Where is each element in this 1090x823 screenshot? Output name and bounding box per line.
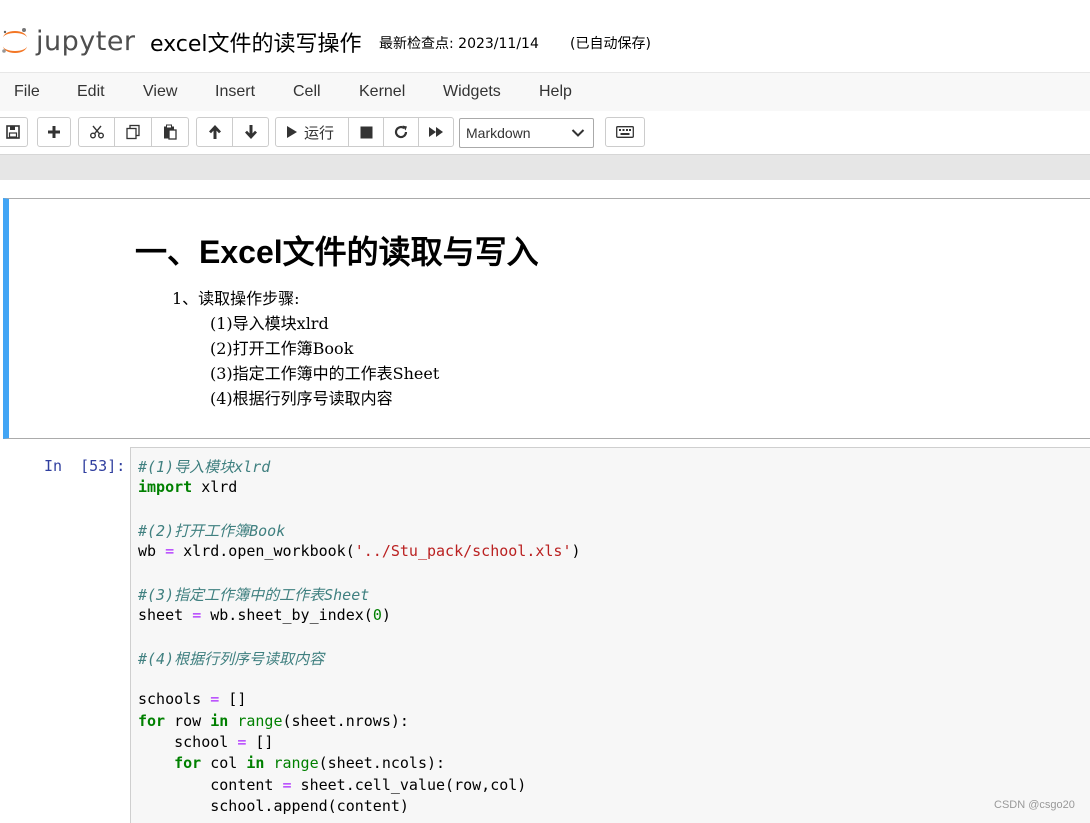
run-button-label: 运行 bbox=[304, 123, 335, 142]
cut-button[interactable] bbox=[78, 117, 115, 147]
watermark: CSDN @csgo20 bbox=[994, 799, 1075, 811]
input-prompt: In [53]: bbox=[44, 457, 126, 475]
code-line: for col in range(sheet.ncols): bbox=[174, 754, 446, 772]
jupyter-logo-text: jupyter bbox=[36, 25, 136, 57]
move-down-button[interactable] bbox=[232, 117, 269, 147]
markdown-line: (1)导入模块xlrd bbox=[210, 314, 329, 333]
code-line: school = [] bbox=[138, 733, 274, 751]
insert-cell-button[interactable] bbox=[37, 117, 71, 147]
interrupt-button[interactable] bbox=[348, 117, 384, 147]
code-line: for row in range(sheet.nrows): bbox=[138, 712, 409, 730]
stop-icon bbox=[360, 126, 372, 138]
menu-file[interactable]: File bbox=[14, 83, 40, 101]
run-button[interactable]: 运行 bbox=[275, 117, 349, 147]
command-palette-button[interactable] bbox=[605, 117, 645, 147]
save-button[interactable] bbox=[0, 117, 28, 147]
menu-help[interactable]: Help bbox=[539, 83, 572, 101]
restart-icon bbox=[394, 125, 408, 139]
copy-icon bbox=[126, 124, 140, 140]
arrow-down-icon bbox=[244, 125, 257, 139]
cell-type-select[interactable]: Markdown bbox=[459, 118, 594, 148]
code-line: schools = [] bbox=[138, 690, 247, 708]
checkpoint-status: 最新检查点: 2023/11/14 bbox=[379, 36, 539, 52]
markdown-line: (3)指定工作簿中的工作表Sheet bbox=[210, 364, 440, 383]
menu-kernel[interactable]: Kernel bbox=[359, 83, 405, 101]
code-line: #(4)根据行列序号读取内容 bbox=[138, 650, 325, 668]
code-line: school.append(content) bbox=[138, 797, 409, 815]
notebook-title[interactable]: excel文件的读写操作 bbox=[150, 26, 362, 58]
jupyter-logo[interactable]: jupyter bbox=[0, 22, 136, 60]
menu-edit[interactable]: Edit bbox=[77, 83, 105, 101]
menu-insert[interactable]: Insert bbox=[215, 83, 255, 101]
notebook-header-band bbox=[0, 154, 1090, 180]
keyboard-icon bbox=[616, 126, 634, 138]
menu-cell[interactable]: Cell bbox=[293, 83, 321, 101]
menubar: File Edit View Insert Cell Kernel Widget… bbox=[0, 72, 1090, 112]
markdown-line: (4)根据行列序号读取内容 bbox=[210, 389, 393, 408]
markdown-heading: 一、Excel文件的读取与写入 bbox=[135, 234, 539, 270]
markdown-line: (2)打开工作簿Book bbox=[210, 339, 354, 358]
code-line: sheet = wb.sheet_by_index(0) bbox=[138, 606, 391, 624]
paste-icon bbox=[164, 124, 177, 140]
code-line: #(1)导入模块xlrd bbox=[138, 458, 271, 476]
code-line: import xlrd bbox=[138, 478, 238, 496]
code-line: #(2)打开工作簿Book bbox=[138, 522, 286, 540]
code-line: wb = xlrd.open_workbook('../Stu_pack/sch… bbox=[138, 542, 581, 560]
arrow-up-icon bbox=[208, 125, 221, 139]
restart-run-all-button[interactable] bbox=[418, 117, 454, 147]
move-up-button[interactable] bbox=[196, 117, 233, 147]
code-line: #(3)指定工作簿中的工作表Sheet bbox=[138, 586, 370, 604]
copy-button[interactable] bbox=[114, 117, 152, 147]
save-icon bbox=[6, 125, 20, 139]
jupyter-logo-icon bbox=[0, 22, 30, 60]
menu-view[interactable]: View bbox=[143, 83, 177, 101]
cut-icon bbox=[89, 125, 104, 139]
paste-button[interactable] bbox=[151, 117, 189, 147]
fast-forward-icon bbox=[429, 127, 443, 137]
chevron-down-icon bbox=[571, 129, 585, 137]
run-icon bbox=[287, 126, 297, 138]
autosave-status: (已自动保存) bbox=[570, 36, 651, 52]
code-line: content = sheet.cell_value(row,col) bbox=[138, 776, 527, 794]
plus-icon bbox=[48, 126, 60, 138]
cell-type-value: Markdown bbox=[466, 125, 531, 141]
header: jupyter excel文件的读写操作 最新检查点: 2023/11/14 (… bbox=[0, 0, 1090, 72]
menu-widgets[interactable]: Widgets bbox=[443, 83, 501, 101]
restart-button[interactable] bbox=[383, 117, 419, 147]
markdown-line: 1、读取操作步骤: bbox=[172, 289, 300, 308]
